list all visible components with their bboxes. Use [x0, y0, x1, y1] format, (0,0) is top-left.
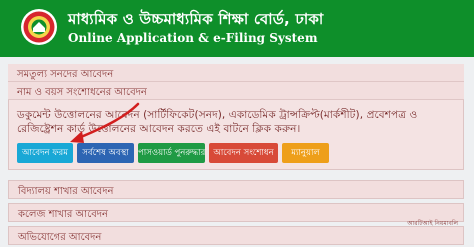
complaint-section[interactable]: অভিযোগের আবেদন [8, 226, 464, 245]
application-correction-button[interactable]: আবেদন সংশোধন [209, 143, 278, 163]
system-title-english: Online Application & e-Filing System [68, 31, 318, 45]
manual-button[interactable]: ম্যানুয়াল [282, 143, 329, 163]
password-recovery-button[interactable]: পাসওয়ার্ড পুনরুদ্ধার [138, 143, 205, 163]
equivalent-certificate-section[interactable]: সমতুল্য সনদের আবেদন [8, 64, 464, 82]
school-branch-section[interactable]: বিদ্যালয় শাখার আবেদন [8, 180, 464, 199]
latest-status-button[interactable]: সর্বশেষ অবস্থা [77, 143, 134, 163]
document-withdrawal-info: ডকুমেন্ট উত্তোলনের আবেদন (সার্টিফিকেট(সন… [17, 109, 418, 135]
board-title-bengali: মাধ্যমিক ও উচ্চমাধ্যমিক শিক্ষা বোর্ড, ঢা… [68, 10, 324, 28]
site-header: মাধ্যমিক ও উচ্চমাধ্যমিক শিক্ষা বোর্ড, ঢা… [0, 0, 474, 57]
college-branch-section[interactable]: কলেজ শাখার আবেদন [8, 203, 464, 222]
name-age-correction-section[interactable]: নাম ও বয়স সংশোধনের আবেদন [8, 82, 464, 100]
board-seal-icon [21, 9, 57, 45]
application-form-button[interactable]: আবেদন ফরম [17, 143, 73, 163]
